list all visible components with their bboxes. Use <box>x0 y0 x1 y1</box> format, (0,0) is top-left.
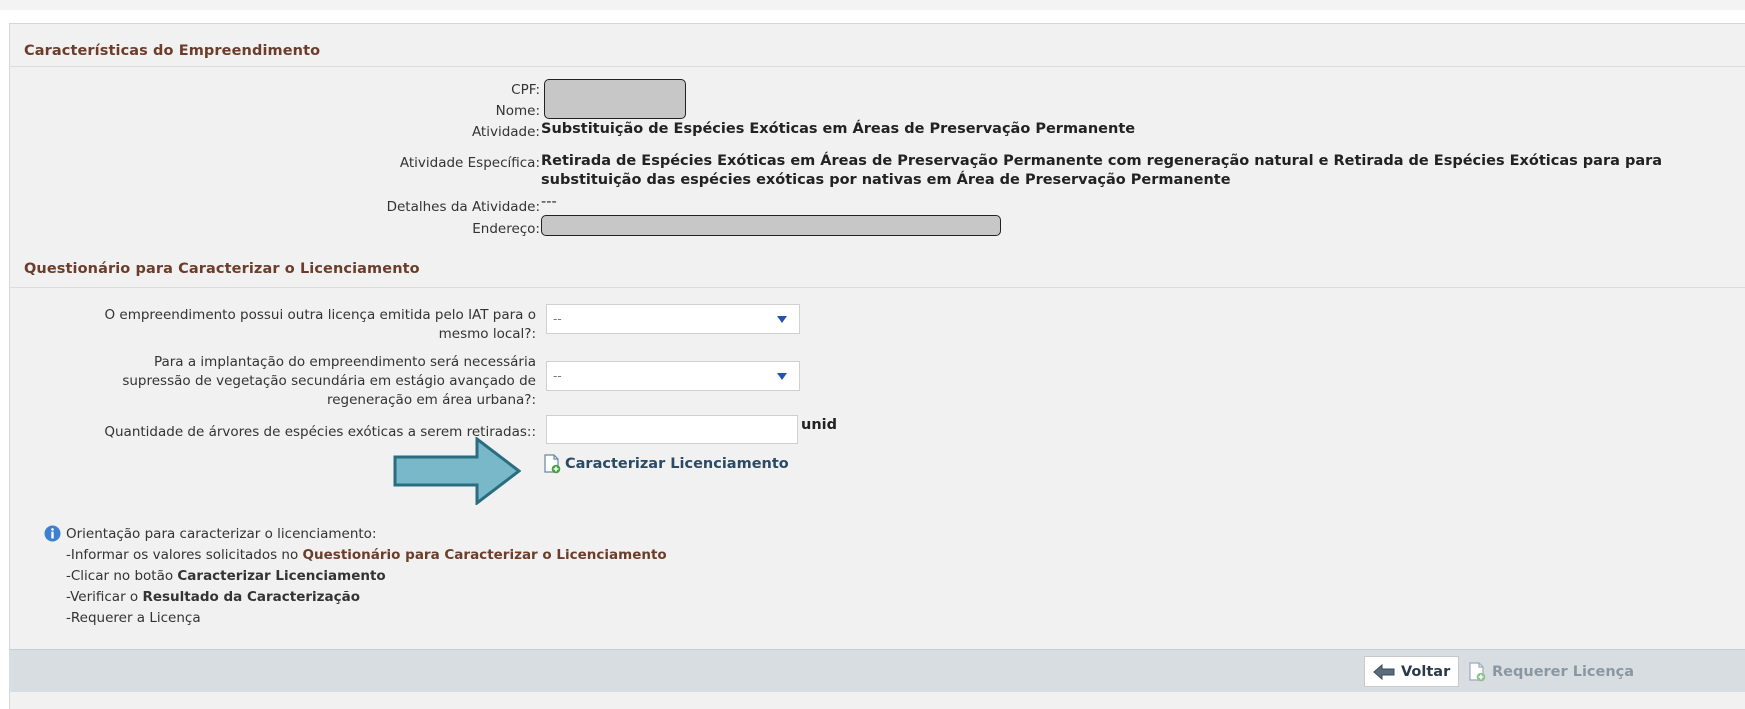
document-add-icon <box>1469 661 1486 681</box>
step-text: -Verificar o <box>66 589 143 605</box>
question-text-line: Para a implantação do empreendimento ser… <box>153 354 536 370</box>
nome-label: Nome: <box>495 103 540 119</box>
chevron-down-icon <box>777 316 787 323</box>
atividade-especifica-line2: substituição das espécies exóticas por n… <box>541 172 1231 188</box>
orientacao-step: -Informar os valores solicitados no Ques… <box>44 545 667 566</box>
detalhes-value: --- <box>541 194 557 210</box>
question-text-line: regeneração em área urbana?: <box>327 392 536 408</box>
atividade-value: Substituição de Espécies Exóticas em Áre… <box>541 121 1136 137</box>
step-bold-text: Questionário para Caracterizar o Licenci… <box>302 547 667 563</box>
atividade-especifica-label: Atividade Específica: <box>399 155 540 171</box>
select-value: -- <box>553 312 562 326</box>
orientacao-step: -Verificar o Resultado da Caracterização <box>44 587 667 608</box>
question-outra-licenca-label: O empreendimento possui outra licença em… <box>104 306 536 344</box>
atividade-label: Atividade: <box>471 124 540 140</box>
supressao-select[interactable]: -- <box>546 361 800 391</box>
outra-licenca-select[interactable]: -- <box>546 304 800 334</box>
orientacao-step: -Requerer a Licença <box>66 610 201 626</box>
voltar-label: Voltar <box>1401 663 1451 680</box>
detalhes-label: Detalhes da Atividade: <box>386 199 540 215</box>
document-add-icon <box>544 454 561 474</box>
section-title-questionario: Questionário para Caracterizar o Licenci… <box>24 261 420 277</box>
info-icon <box>44 525 61 542</box>
question-supressao-label: Para a implantação do empreendimento ser… <box>122 353 536 410</box>
question-text-line: supressão de vegetação secundária em est… <box>122 373 536 389</box>
unit-label: unid <box>801 417 837 433</box>
endereco-label: Endereço: <box>472 221 540 237</box>
section-divider <box>9 66 1745 67</box>
atividade-especifica-line1: Retirada de Espécies Exóticas em Áreas d… <box>541 153 1663 169</box>
caracterizar-licenciamento-button[interactable]: Caracterizar Licenciamento <box>543 454 789 474</box>
step-bold-text: Caracterizar Licenciamento <box>177 568 386 584</box>
voltar-button[interactable]: Voltar <box>1364 656 1460 687</box>
chevron-down-icon <box>777 373 787 380</box>
question-text-line: O empreendimento possui outra licença em… <box>104 307 536 323</box>
requerer-licenca-button[interactable]: Requerer Licença <box>1460 656 1642 687</box>
orientacao-block: Orientação para caracterizar o licenciam… <box>44 524 667 629</box>
step-text: -Informar os valores solicitados no <box>66 547 303 563</box>
top-strip <box>0 0 1745 10</box>
redacted-cpf-nome <box>544 79 686 119</box>
annotation-arrow-icon <box>393 437 521 505</box>
select-value: -- <box>553 369 562 383</box>
section-divider <box>9 287 1745 288</box>
orientacao-heading: Orientação para caracterizar o licenciam… <box>66 526 377 542</box>
step-bold-text: Resultado da Caracterização <box>142 589 361 605</box>
step-text: -Clicar no botão <box>66 568 178 584</box>
question-text-line: mesmo local?: <box>438 326 536 342</box>
caracterizar-licenciamento-label: Caracterizar Licenciamento <box>565 456 789 472</box>
orientacao-step: -Clicar no botão Caracterizar Licenciame… <box>44 566 667 587</box>
section-title-empreendimento: Características do Empreendimento <box>24 43 321 59</box>
orientacao-heading-row: Orientação para caracterizar o licenciam… <box>44 524 667 545</box>
quantidade-arvores-input[interactable] <box>546 415 798 444</box>
back-arrow-icon <box>1373 663 1395 680</box>
cpf-label: CPF: <box>511 82 540 98</box>
redacted-endereco <box>541 215 1001 236</box>
requerer-licenca-label: Requerer Licença <box>1492 663 1635 680</box>
